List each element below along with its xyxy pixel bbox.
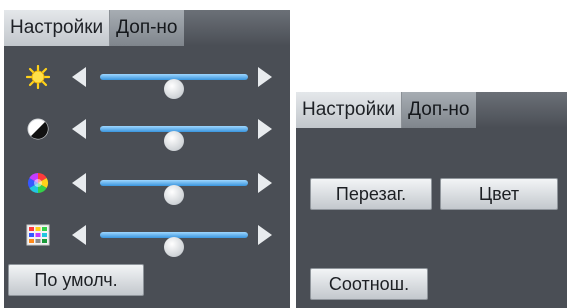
brightness-slider-row <box>25 62 278 99</box>
slider-knob[interactable] <box>164 185 184 205</box>
decrease-arrow-icon[interactable] <box>72 225 86 245</box>
aspect-ratio-button[interactable]: Соотнош. <box>310 268 428 300</box>
slider-knob[interactable] <box>164 79 184 99</box>
increase-arrow-icon[interactable] <box>258 67 272 87</box>
hue-slider-row <box>26 220 278 257</box>
contrast-slider-row <box>26 114 278 151</box>
decrease-arrow-icon[interactable] <box>72 173 86 193</box>
default-button[interactable]: По умолч. <box>8 264 144 296</box>
increase-arrow-icon[interactable] <box>258 173 272 193</box>
tab-bar-filler <box>183 10 290 46</box>
contrast-icon <box>26 117 50 141</box>
tab-additional[interactable]: Доп-но <box>110 10 184 46</box>
color-button[interactable]: Цвет <box>440 178 558 210</box>
hue-track[interactable] <box>100 232 248 257</box>
tab-bar: Настройки Доп-но <box>296 92 567 128</box>
reboot-button[interactable]: Перезаг. <box>310 178 432 210</box>
tab-settings[interactable]: Настройки <box>4 10 111 46</box>
tab-additional[interactable]: Доп-но <box>402 92 476 128</box>
settings-panel-left: Настройки Доп-но По умолч. <box>4 10 290 308</box>
decrease-arrow-icon[interactable] <box>72 119 86 139</box>
tab-settings[interactable]: Настройки <box>296 92 403 128</box>
slider-knob[interactable] <box>164 131 184 151</box>
settings-panel-right: Настройки Доп-но Перезаг. Цвет Соотнош. <box>296 92 567 308</box>
sun-icon <box>25 64 51 90</box>
increase-arrow-icon[interactable] <box>258 225 272 245</box>
tab-bar: Настройки Доп-но <box>4 10 290 46</box>
decrease-arrow-icon[interactable] <box>72 67 86 87</box>
increase-arrow-icon[interactable] <box>258 119 272 139</box>
color-wheel-icon <box>26 171 50 195</box>
contrast-track[interactable] <box>100 126 248 151</box>
brightness-track[interactable] <box>100 74 248 99</box>
tab-bar-filler <box>475 92 567 128</box>
slider-knob[interactable] <box>164 237 184 257</box>
saturation-slider-row <box>26 168 278 205</box>
color-track[interactable] <box>100 180 248 205</box>
color-grid-icon <box>26 223 50 247</box>
